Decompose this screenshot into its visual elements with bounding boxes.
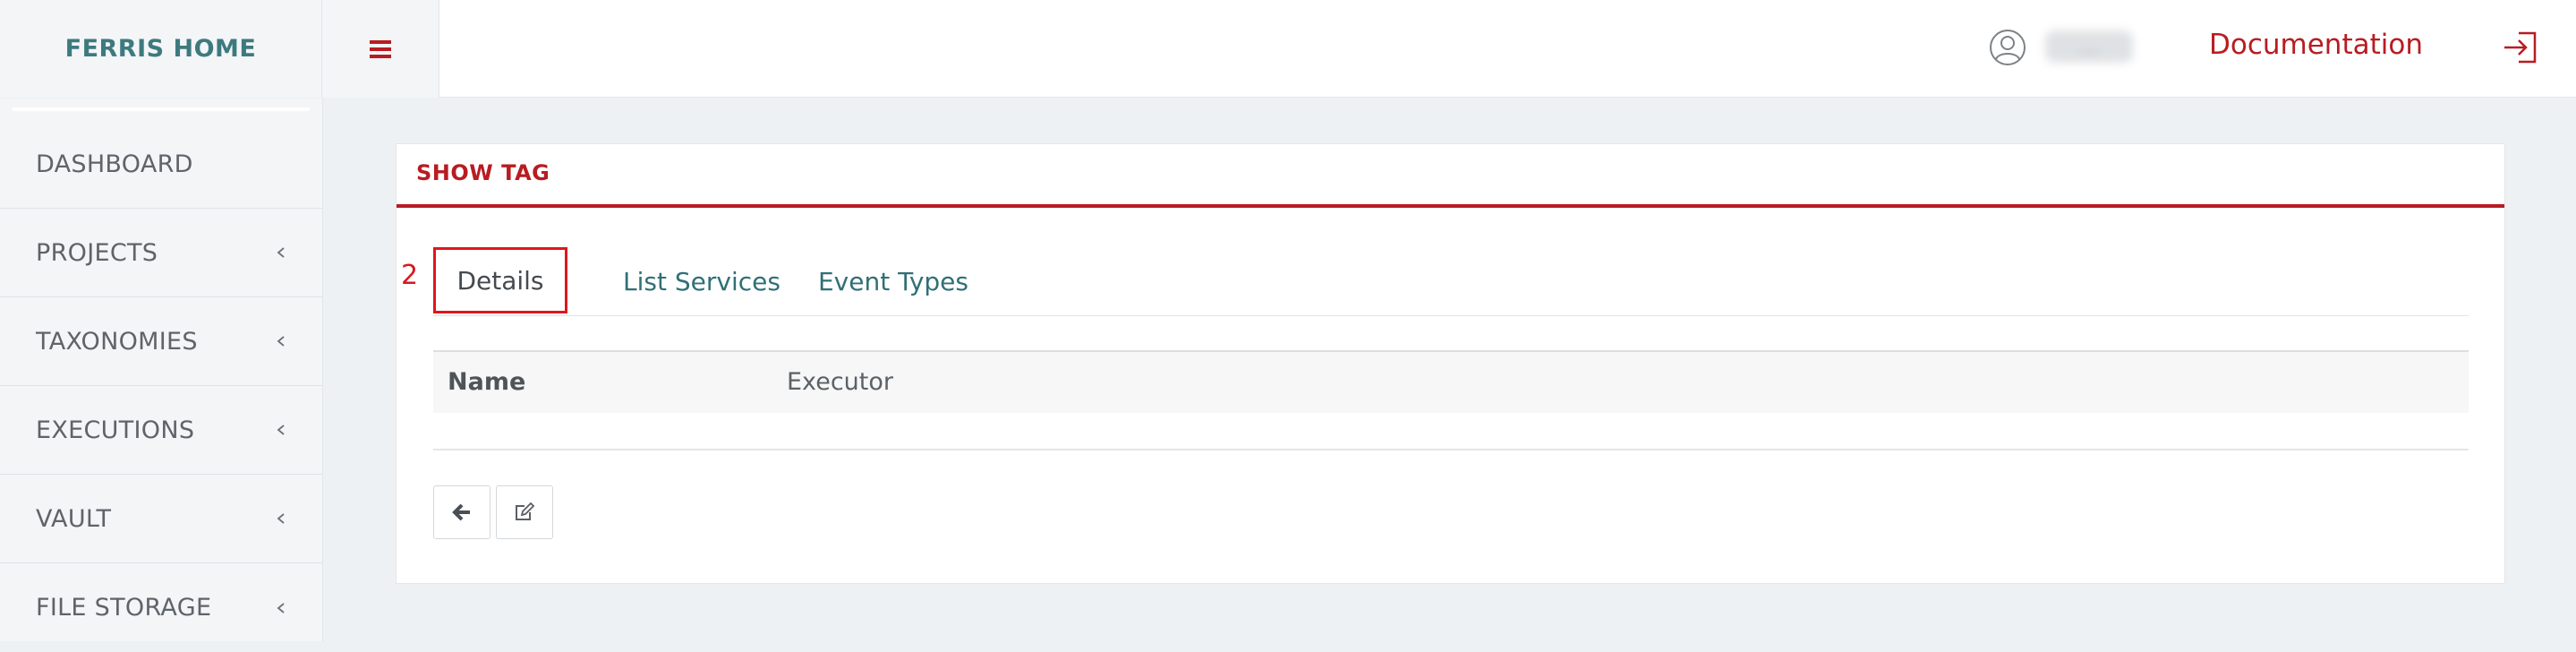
chevron-left-icon [277, 425, 285, 435]
detail-key-name: Name [448, 368, 526, 396]
tab-details[interactable]: Details [433, 247, 567, 313]
step-annotation-number: 2 [401, 260, 419, 291]
edit-icon [516, 502, 535, 520]
sidebar-item-label: TAXONOMIES [36, 327, 198, 356]
sidebar-item-file-storage[interactable]: FILE STORAGE [0, 563, 322, 652]
detail-value-name: Executor [787, 368, 893, 396]
table-row: Name Executor [433, 350, 2469, 413]
sidebar-item-taxonomies[interactable]: TAXONOMIES [0, 297, 322, 386]
sidebar: DASHBOARD PROJECTS TAXONOMIES EXECUTIONS… [0, 99, 323, 641]
chevron-left-icon [277, 513, 285, 524]
sidebar-item-vault[interactable]: VAULT [0, 475, 322, 563]
top-bar: FERRIS HOME ... Documentation [0, 0, 2576, 98]
brand-home-link[interactable]: FERRIS HOME [0, 0, 322, 98]
tab-event-types[interactable]: Event Types [786, 247, 1001, 316]
tab-list-services[interactable]: List Services [594, 247, 809, 316]
sidebar-item-label: VAULT [36, 504, 112, 533]
sign-out-icon[interactable] [2501, 28, 2540, 67]
arrow-left-icon [452, 503, 470, 521]
sidebar-item-dashboard[interactable]: DASHBOARD [0, 120, 322, 209]
chevron-left-icon [277, 336, 285, 347]
menu-toggle-button[interactable] [322, 0, 439, 98]
chevron-left-icon [277, 247, 285, 258]
panel-header: SHOW TAG [397, 144, 2504, 208]
panel-title: SHOW TAG [416, 160, 550, 185]
edit-button[interactable] [496, 485, 553, 539]
documentation-link[interactable]: Documentation [2209, 25, 2423, 64]
hamburger-icon [370, 39, 391, 58]
sidebar-item-projects[interactable]: PROJECTS [0, 209, 322, 297]
sidebar-top-divider [13, 107, 310, 111]
back-button[interactable] [433, 485, 490, 539]
chevron-left-icon [277, 602, 285, 613]
details-table: Name Executor [433, 350, 2469, 450]
sidebar-item-label: DASHBOARD [36, 150, 193, 178]
username-label: ... [2045, 30, 2133, 63]
table-divider [433, 449, 2469, 450]
tab-bar: Details List Services Event Types [433, 247, 2469, 316]
sidebar-item-label: PROJECTS [36, 238, 158, 267]
user-circle-icon[interactable] [1989, 29, 2026, 66]
sidebar-item-executions[interactable]: EXECUTIONS [0, 386, 322, 475]
sidebar-item-label: EXECUTIONS [36, 416, 195, 444]
sidebar-item-label: FILE STORAGE [36, 594, 212, 622]
